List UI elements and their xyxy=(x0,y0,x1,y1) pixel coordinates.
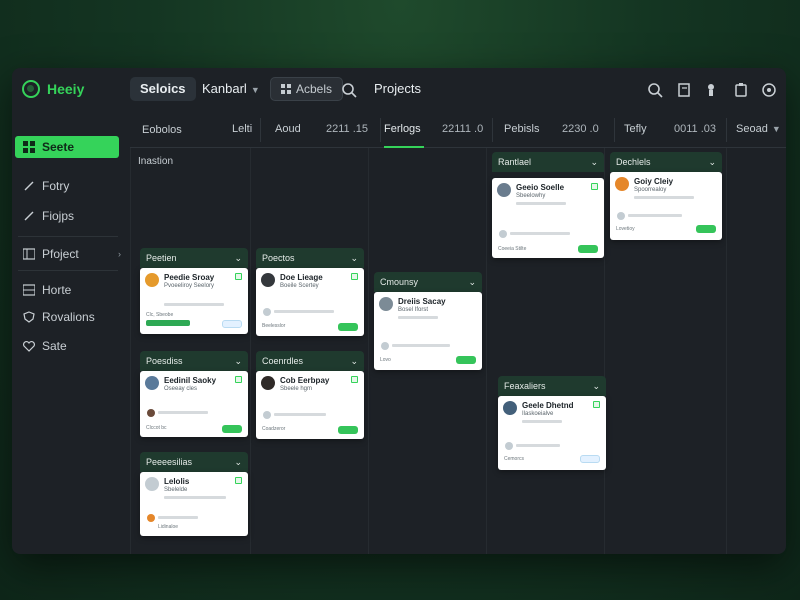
logo-icon xyxy=(22,80,40,98)
sidebar-item-label: Pfoject xyxy=(42,247,79,261)
task-card[interactable]: Geele Dhetnd Ilaskoeialve Cemorcs xyxy=(498,396,606,470)
chevron-down-icon: ▼ xyxy=(771,124,781,134)
column-header-active[interactable]: Ferlogs xyxy=(384,112,424,148)
document-icon[interactable] xyxy=(675,81,693,99)
task-card[interactable]: Goiy Cleiy Spoorrealoy Lovetioy xyxy=(610,172,722,240)
card-subtitle: Pvoeeliroy Seelory xyxy=(164,283,215,289)
task-card[interactable]: Doe Lieage Boeile Scertey Beelesslor xyxy=(256,268,364,336)
sidebar-item-project[interactable]: Pfoject › xyxy=(15,243,121,265)
group-header[interactable]: Coenrdles ⌄ xyxy=(256,351,364,371)
sidebar: Seete Fotry Fiojps Pfoject › Horte Roval… xyxy=(12,136,130,554)
group-header[interactable]: Rantlael ⌄ xyxy=(492,152,604,172)
kanban-board: Inastion Peetien ⌄ Peedie Sroay Pvoeeliro… xyxy=(130,148,786,554)
column-count: 0011 .03 xyxy=(674,123,717,135)
task-card[interactable]: Geeio Soelle Sbeelowhy Coeeia Stilte xyxy=(492,178,604,258)
nav-item-projects[interactable]: Projects xyxy=(364,77,431,101)
card-line xyxy=(164,303,224,306)
nav-item-selected[interactable]: Seloics xyxy=(130,77,196,101)
task-card[interactable]: Eedinil Saoky Oseeay cles Clccot bc xyxy=(140,371,248,437)
heart-icon xyxy=(23,341,35,352)
card-title: Peedie Sroay xyxy=(164,273,215,282)
sidebar-item-sate[interactable]: Sate xyxy=(15,335,119,357)
app-name: Heeiy xyxy=(47,81,85,97)
top-bar: Heeiy Seloics Kanbarl ▼ Acbels Projects xyxy=(12,68,786,112)
search-icon[interactable] xyxy=(340,81,358,99)
sidebar-item-horte[interactable]: Horte xyxy=(15,279,119,301)
grid-icon xyxy=(23,141,35,153)
sidebar-item-seete[interactable]: Seete xyxy=(15,136,119,158)
group-header[interactable]: Peetien ⌄ xyxy=(140,248,248,268)
app-logo[interactable]: Heeiy xyxy=(22,80,84,98)
column-header[interactable]: Aoud xyxy=(275,112,301,148)
shield-icon xyxy=(23,311,35,323)
card-meta: Clc, Sbeobe xyxy=(146,312,174,318)
group-header[interactable]: Poectos ⌄ xyxy=(256,248,364,268)
task-card[interactable]: Dreiis Sacay Bosel Iforst Lovo xyxy=(374,292,482,370)
column-header[interactable]: Tefly xyxy=(624,112,647,148)
card-action-button[interactable] xyxy=(222,320,242,328)
group-header[interactable]: Cmounsy ⌄ xyxy=(374,272,482,292)
sidebar-item-label: Fiojps xyxy=(42,209,75,223)
nav-item-kanban[interactable]: Kanbarl ▼ xyxy=(192,77,270,101)
group-header[interactable]: Feaxaliers ⌄ xyxy=(498,376,606,396)
task-card[interactable]: Lelolis Sbelelde Lidinaloe xyxy=(140,472,248,536)
sidebar-item-fiojps[interactable]: Fiojps xyxy=(15,205,119,227)
board-icon xyxy=(23,248,35,260)
nav-label: Acbels xyxy=(296,82,333,96)
group-header[interactable]: Dechlels ⌄ xyxy=(610,152,722,172)
app-window: Heeiy Seloics Kanbarl▼ Acbels Projects xyxy=(12,68,786,554)
column-count: 22111 .0 xyxy=(442,123,484,135)
group-header[interactable]: Poesdiss ⌄ xyxy=(140,351,248,371)
column-header[interactable]: Pebisls xyxy=(504,112,539,148)
sidebar-item-label: Horte xyxy=(42,283,72,297)
clipboard-icon[interactable] xyxy=(732,81,750,99)
task-card[interactable]: Peedie Sroay Pvoeeliroy Seelory Clc, Sbe… xyxy=(140,268,248,334)
sidebar-item-label: Fotry xyxy=(42,179,70,193)
user-icon[interactable] xyxy=(702,81,720,99)
chevron-right-icon: › xyxy=(118,249,121,259)
sidebar-item-label: Seete xyxy=(42,140,75,154)
pen-icon xyxy=(24,211,34,221)
sidebar-item-fotry[interactable]: Fotry xyxy=(15,175,119,197)
board-icon xyxy=(23,284,35,296)
avatar xyxy=(145,273,159,287)
nav-label: Seloics xyxy=(140,81,186,96)
group-header[interactable]: Peeeesilias ⌄ xyxy=(140,452,248,472)
nav-item-grid[interactable]: Acbels xyxy=(270,77,344,101)
grid-icon xyxy=(281,84,291,94)
column-count: 2230 .0 xyxy=(562,123,599,135)
pen-icon xyxy=(24,181,34,191)
nav-label: Projects xyxy=(374,81,421,96)
settings-icon[interactable] xyxy=(760,81,778,99)
progress-bar xyxy=(146,320,190,326)
flag-icon xyxy=(235,273,242,280)
search-icon[interactable] xyxy=(646,81,664,99)
lane-label: Inastion xyxy=(138,156,174,167)
column-header[interactable]: Lelti xyxy=(232,112,252,148)
task-card[interactable]: Cob Eerbpay Sbeele hgm Coadzeror xyxy=(256,371,364,439)
sidebar-item-label: Sate xyxy=(42,339,67,353)
sidebar-item-label: Rovalions xyxy=(42,310,95,324)
nav-label: Kanbarl xyxy=(202,81,247,96)
sidebar-item-rovalions[interactable]: Rovalions xyxy=(15,306,119,328)
chevron-down-icon: ⌄ xyxy=(234,253,242,263)
chevron-down-icon: ▼ xyxy=(250,85,260,95)
column-header-dropdown[interactable]: Seoad ▼ xyxy=(736,112,781,148)
column-count: 2211 .15 xyxy=(326,123,369,135)
column-header-row: Lelti Aoud 2211 .15 Ferlogs 22111 .0 Peb… xyxy=(130,112,786,148)
